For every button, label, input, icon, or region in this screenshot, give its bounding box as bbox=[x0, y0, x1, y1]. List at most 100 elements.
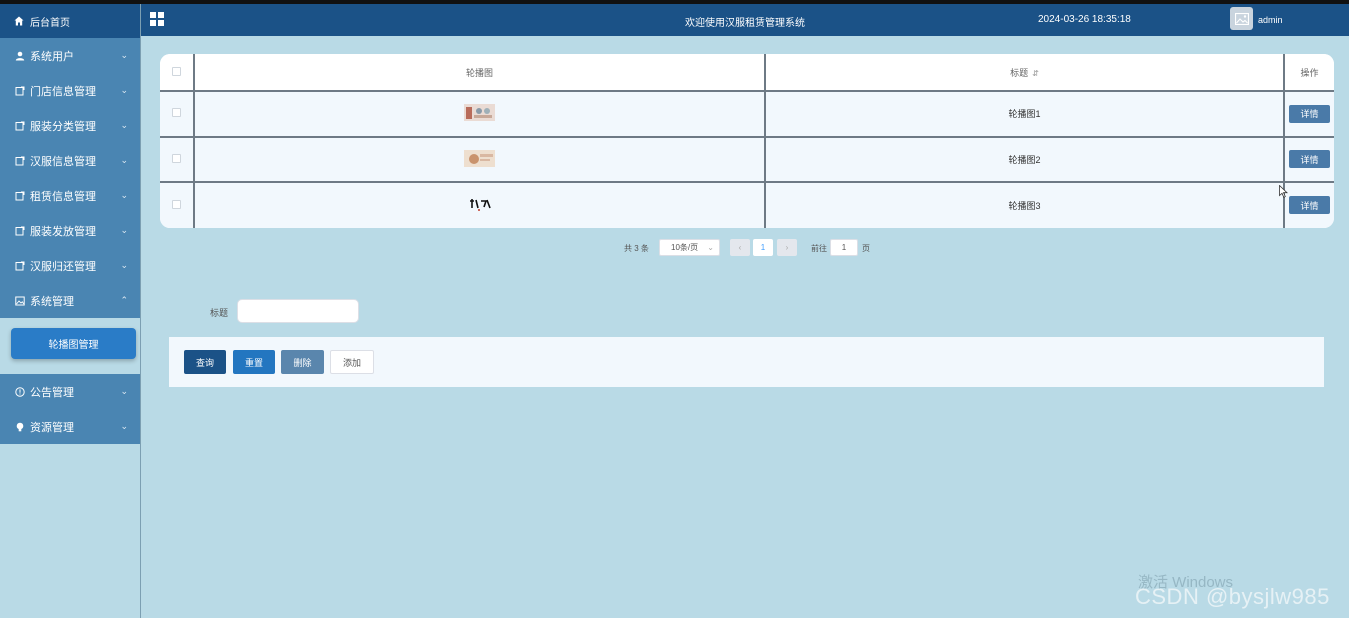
table-row: 轮播图3 详情 bbox=[160, 181, 1334, 228]
doc-icon bbox=[14, 260, 26, 272]
column-header-title-label: 标题 bbox=[1010, 67, 1029, 78]
row-checkbox[interactable] bbox=[172, 108, 181, 118]
goto-label: 前往 bbox=[811, 244, 827, 253]
sidebar-item-rental-info[interactable]: 租赁信息管理 ⌄ bbox=[0, 178, 140, 213]
actions-cell: 详情 bbox=[1284, 90, 1334, 137]
goto-page-input[interactable]: 1 bbox=[830, 239, 858, 256]
carousel-thumbnail bbox=[464, 149, 495, 167]
doc-icon bbox=[14, 190, 26, 202]
doc-icon bbox=[14, 225, 26, 237]
sidebar-menu: 系统用户 ⌄ 门店信息管理 ⌄ 服装分类管理 ⌄ 汉服信息管理 ⌄ 租赁信息管理… bbox=[0, 38, 140, 318]
image-cell bbox=[194, 90, 766, 137]
chevron-down-icon: ⌄ bbox=[120, 190, 128, 200]
sidebar-item-label: 系统管理 bbox=[30, 295, 74, 308]
csdn-watermark: CSDN @bysjlw985 bbox=[1135, 584, 1330, 609]
sidebar-item-system-users[interactable]: 系统用户 ⌄ bbox=[0, 38, 140, 73]
mouse-cursor-icon bbox=[1279, 185, 1288, 198]
next-page-button[interactable]: › bbox=[777, 239, 797, 256]
search-title-label: 标题 bbox=[210, 308, 229, 318]
action-panel: 查询 重置 删除 添加 bbox=[169, 337, 1324, 387]
username[interactable]: admin bbox=[1258, 15, 1283, 25]
column-header-image: 轮播图 bbox=[194, 54, 766, 91]
info-icon bbox=[14, 386, 26, 398]
sidebar-item-label: 租赁信息管理 bbox=[30, 190, 96, 203]
page-number-current[interactable]: 1 bbox=[753, 239, 773, 256]
chevron-down-icon: ⌄ bbox=[707, 243, 714, 252]
data-table: 轮播图 标题 ⇵ 操作 轮播图1 详情 轮播图2 详情 轮播图3 详情 bbox=[160, 54, 1334, 228]
column-header-title[interactable]: 标题 ⇵ bbox=[765, 54, 1285, 91]
detail-button[interactable]: 详情 bbox=[1289, 150, 1330, 169]
image-cell bbox=[194, 135, 766, 182]
chevron-down-icon: ⌄ bbox=[120, 85, 128, 95]
image-icon bbox=[1234, 12, 1249, 25]
sidebar-item-label: 门店信息管理 bbox=[30, 85, 96, 98]
row-checkbox-cell[interactable] bbox=[160, 135, 195, 182]
sidebar-item-hanfu-info[interactable]: 汉服信息管理 ⌄ bbox=[0, 143, 140, 178]
sidebar-item-label: 系统用户 bbox=[30, 50, 74, 63]
home-icon bbox=[14, 16, 24, 26]
sidebar-home[interactable]: 后台首页 bbox=[0, 4, 140, 38]
image-icon bbox=[14, 295, 26, 307]
sidebar-home-label: 后台首页 bbox=[30, 17, 70, 29]
row-checkbox-cell[interactable] bbox=[160, 181, 195, 228]
select-all-cell[interactable] bbox=[160, 54, 195, 91]
sidebar-item-label: 汉服归还管理 bbox=[30, 260, 96, 273]
delete-button[interactable]: 删除 bbox=[281, 350, 324, 374]
add-button[interactable]: 添加 bbox=[330, 350, 374, 374]
sidebar-item-label: 汉服信息管理 bbox=[30, 155, 96, 168]
carousel-thumbnail bbox=[464, 195, 495, 213]
sidebar-item-store-info[interactable]: 门店信息管理 ⌄ bbox=[0, 73, 140, 108]
pagination-total: 共 3 条 bbox=[624, 244, 649, 253]
sidebar-item-label: 服装发放管理 bbox=[30, 225, 96, 238]
page-size-value: 10条/页 bbox=[671, 243, 699, 252]
goto-suffix: 页 bbox=[862, 244, 870, 253]
actions-cell: 详情 bbox=[1284, 181, 1334, 228]
table-row: 轮播图1 详情 bbox=[160, 90, 1334, 137]
chevron-up-icon: ⌃ bbox=[120, 295, 128, 305]
row-checkbox[interactable] bbox=[172, 199, 181, 209]
sort-icon[interactable]: ⇵ bbox=[1032, 69, 1039, 78]
sidebar: 后台首页 系统用户 ⌄ 门店信息管理 ⌄ 服装分类管理 ⌄ 汉服信息管理 ⌄ 租… bbox=[0, 4, 141, 618]
chevron-down-icon: ⌄ bbox=[120, 260, 128, 270]
page-size-select[interactable]: 10条/页 ⌄ bbox=[659, 239, 720, 256]
doc-icon bbox=[14, 120, 26, 132]
pagination: 共 3 条 10条/页 ⌄ ‹ 1 › 前往 1 页 bbox=[0, 239, 1349, 257]
select-all-checkbox[interactable] bbox=[172, 66, 181, 76]
table-header-row: 轮播图 标题 ⇵ 操作 bbox=[160, 54, 1334, 91]
actions-cell: 详情 bbox=[1284, 135, 1334, 182]
detail-button[interactable]: 详情 bbox=[1289, 196, 1330, 215]
chevron-down-icon: ⌄ bbox=[120, 386, 128, 396]
table-row: 轮播图2 详情 bbox=[160, 135, 1334, 182]
top-header: 欢迎使用汉服租赁管理系统 2024-03-26 18:35:18 admin bbox=[141, 4, 1349, 36]
user-icon bbox=[14, 50, 26, 62]
row-checkbox[interactable] bbox=[172, 153, 181, 163]
datetime: 2024-03-26 18:35:18 bbox=[1038, 14, 1131, 25]
sidebar-item-clothing-category[interactable]: 服装分类管理 ⌄ bbox=[0, 108, 140, 143]
sidebar-item-label: 服装分类管理 bbox=[30, 120, 96, 133]
chevron-down-icon: ⌄ bbox=[120, 155, 128, 165]
sidebar-subitem-carousel[interactable]: 轮播图管理 bbox=[11, 328, 136, 359]
chevron-down-icon: ⌄ bbox=[120, 50, 128, 60]
chevron-down-icon: ⌄ bbox=[120, 225, 128, 235]
chevron-down-icon: ⌄ bbox=[120, 120, 128, 130]
sidebar-item-resources[interactable]: 资源管理 ⌄ bbox=[0, 409, 140, 444]
row-checkbox-cell[interactable] bbox=[160, 90, 195, 137]
doc-icon bbox=[14, 85, 26, 97]
prev-page-button[interactable]: ‹ bbox=[730, 239, 750, 256]
reset-button[interactable]: 重置 bbox=[233, 350, 275, 374]
sidebar-item-announcements[interactable]: 公告管理 ⌄ bbox=[0, 374, 140, 409]
query-button[interactable]: 查询 bbox=[184, 350, 226, 374]
image-cell bbox=[194, 181, 766, 228]
sidebar-item-label: 公告管理 bbox=[30, 386, 74, 399]
title-cell: 轮播图3 bbox=[765, 181, 1285, 228]
detail-button[interactable]: 详情 bbox=[1289, 104, 1330, 123]
column-header-actions: 操作 bbox=[1284, 54, 1334, 91]
doc-icon bbox=[14, 155, 26, 167]
sidebar-submenu: 轮播图管理 bbox=[0, 318, 140, 374]
search-title-input[interactable] bbox=[237, 299, 359, 323]
carousel-thumbnail bbox=[464, 104, 495, 122]
avatar[interactable] bbox=[1230, 7, 1253, 30]
sidebar-menu-lower: 公告管理 ⌄ 资源管理 ⌄ bbox=[0, 374, 140, 444]
sidebar-item-system-management[interactable]: 系统管理 ⌃ bbox=[0, 283, 140, 318]
chevron-down-icon: ⌄ bbox=[120, 421, 128, 431]
